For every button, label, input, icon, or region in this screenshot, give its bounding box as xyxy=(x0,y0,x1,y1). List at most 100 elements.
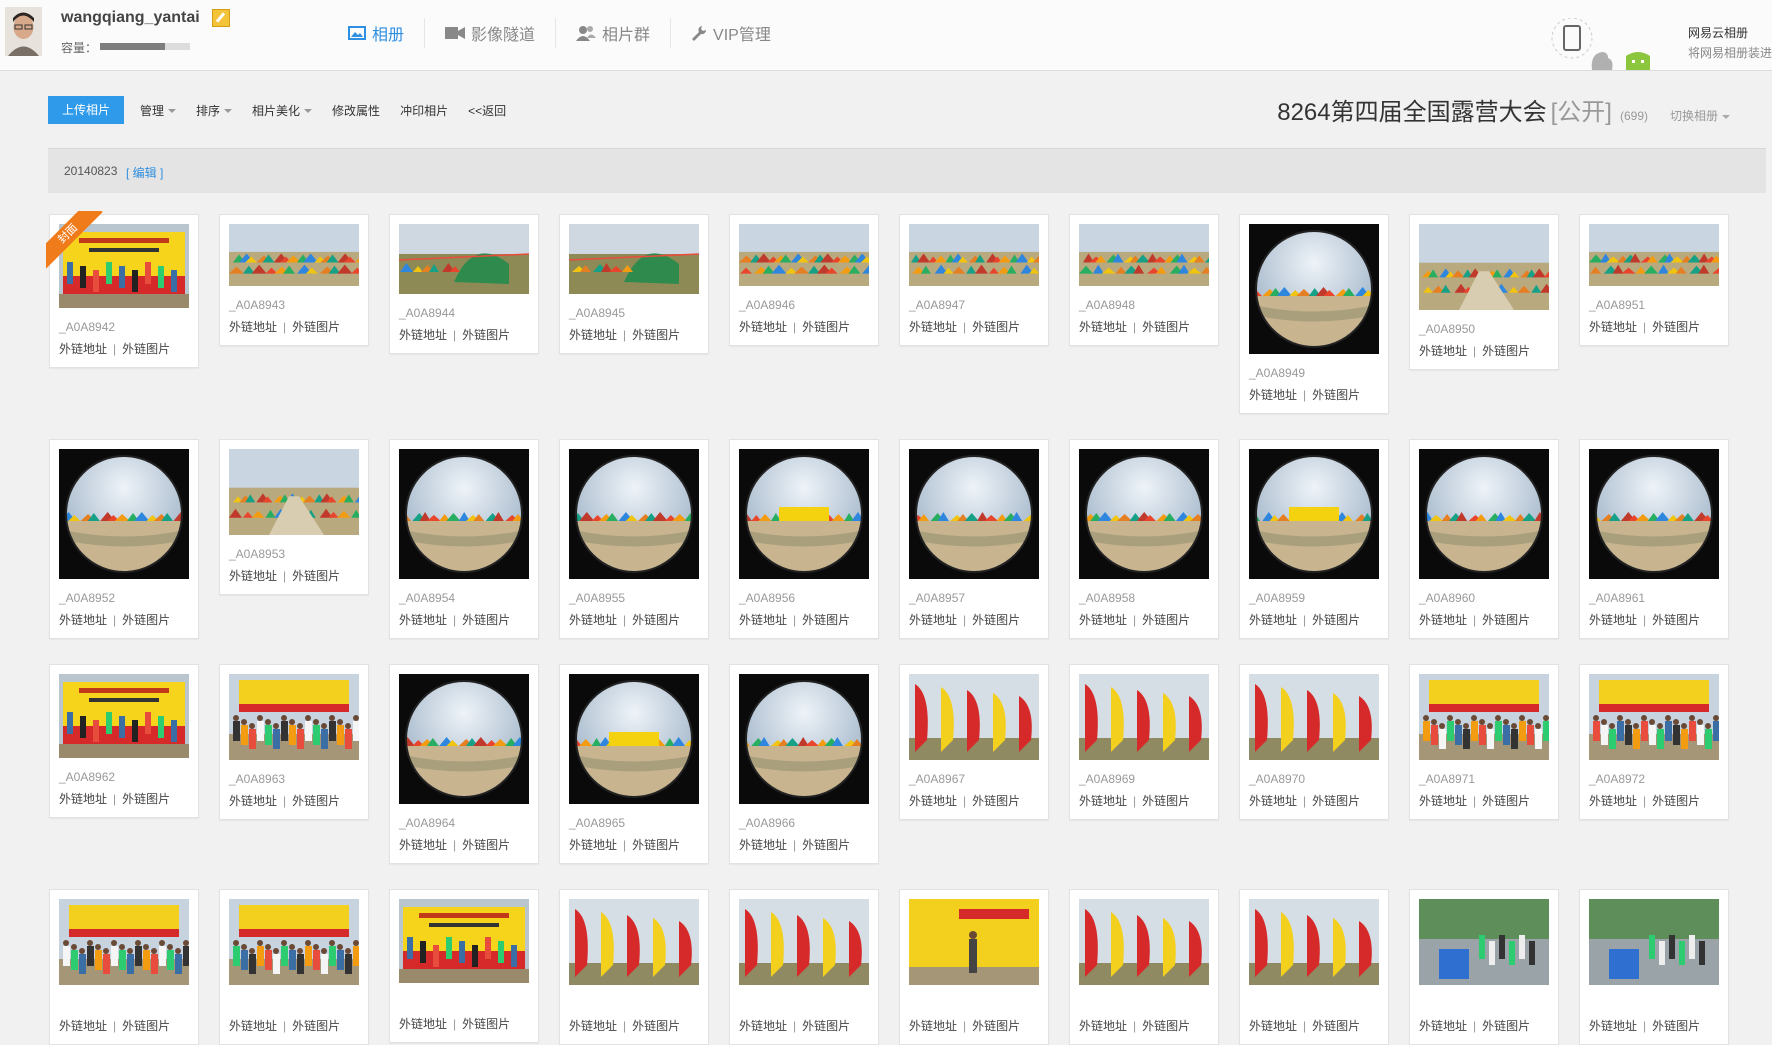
external-link-image[interactable]: 外链图片 xyxy=(1482,344,1530,358)
photo-card[interactable]: _A0A8944 外链地址 | 外链图片 xyxy=(389,214,539,354)
external-link-url[interactable]: 外链地址 xyxy=(569,838,617,852)
external-link-url[interactable]: 外链地址 xyxy=(399,1017,447,1031)
external-link-image[interactable]: 外链图片 xyxy=(462,328,510,342)
external-link-image[interactable]: 外链图片 xyxy=(292,320,340,334)
photo-filename[interactable]: _A0A8957 xyxy=(909,591,965,605)
external-link-image[interactable]: 外链图片 xyxy=(972,613,1020,627)
external-link-url[interactable]: 外链地址 xyxy=(739,613,787,627)
external-link-url[interactable]: 外链地址 xyxy=(229,794,277,808)
external-link-image[interactable]: 外链图片 xyxy=(1312,794,1360,808)
external-link-url[interactable]: 外链地址 xyxy=(1079,1019,1127,1033)
photo-filename[interactable]: _A0A8950 xyxy=(1419,322,1475,336)
photo-card[interactable]: _A0A8970 外链地址 | 外链图片 xyxy=(1239,664,1389,820)
photo-thumbnail[interactable] xyxy=(739,449,869,579)
external-link-url[interactable]: 外链地址 xyxy=(1419,794,1467,808)
external-link-image[interactable]: 外链图片 xyxy=(462,1017,510,1031)
photo-card[interactable]: _A0A8948 外链地址 | 外链图片 xyxy=(1069,214,1219,346)
external-link-image[interactable]: 外链图片 xyxy=(802,320,850,334)
photo-filename[interactable]: _A0A8954 xyxy=(399,591,455,605)
photo-card[interactable]: 外链地址 | 外链图片 xyxy=(389,889,539,1043)
photo-card[interactable]: _A0A8972 外链地址 | 外链图片 xyxy=(1579,664,1729,820)
external-link-url[interactable]: 外链地址 xyxy=(229,320,277,334)
external-link-url[interactable]: 外链地址 xyxy=(1249,794,1297,808)
external-link-image[interactable]: 外链图片 xyxy=(972,320,1020,334)
external-link-url[interactable]: 外链地址 xyxy=(1589,1019,1637,1033)
photo-thumbnail[interactable] xyxy=(1589,224,1719,286)
external-link-url[interactable]: 外链地址 xyxy=(1589,613,1637,627)
external-link-url[interactable]: 外链地址 xyxy=(1079,320,1127,334)
photo-card[interactable]: 外链地址 | 外链图片 xyxy=(1239,889,1389,1045)
external-link-url[interactable]: 外链地址 xyxy=(1589,794,1637,808)
photo-thumbnail[interactable] xyxy=(59,674,189,758)
photo-thumbnail[interactable] xyxy=(399,224,529,294)
photo-filename[interactable]: _A0A8952 xyxy=(59,591,115,605)
external-link-url[interactable]: 外链地址 xyxy=(1249,613,1297,627)
photo-card[interactable]: _A0A8966 外链地址 | 外链图片 xyxy=(729,664,879,864)
external-link-url[interactable]: 外链地址 xyxy=(1589,320,1637,334)
external-link-url[interactable]: 外链地址 xyxy=(1249,388,1297,402)
external-link-url[interactable]: 外链地址 xyxy=(229,569,277,583)
photo-card[interactable]: 外链地址 | 外链图片 xyxy=(559,889,709,1045)
photo-card[interactable]: 外链地址 | 外链图片 xyxy=(1409,889,1559,1045)
photo-card[interactable]: _A0A8953 外链地址 | 外链图片 xyxy=(219,439,369,595)
external-link-url[interactable]: 外链地址 xyxy=(1419,1019,1467,1033)
photo-thumbnail[interactable] xyxy=(1419,674,1549,760)
photo-filename[interactable]: _A0A8965 xyxy=(569,816,625,830)
photo-card[interactable]: _A0A8956 外链地址 | 外链图片 xyxy=(729,439,879,639)
external-link-url[interactable]: 外链地址 xyxy=(909,613,957,627)
photo-card[interactable]: 外链地址 | 外链图片 xyxy=(1579,889,1729,1045)
photo-filename[interactable]: _A0A8961 xyxy=(1589,591,1645,605)
photo-card[interactable]: _A0A8958 外链地址 | 外链图片 xyxy=(1069,439,1219,639)
photo-thumbnail[interactable] xyxy=(229,899,359,985)
photo-filename[interactable]: _A0A8970 xyxy=(1249,772,1305,786)
photo-card[interactable]: 外链地址 | 外链图片 xyxy=(899,889,1049,1045)
photo-card[interactable]: 外链地址 | 外链图片 xyxy=(729,889,879,1045)
photo-filename[interactable]: _A0A8959 xyxy=(1249,591,1305,605)
photo-filename[interactable]: _A0A8967 xyxy=(909,772,965,786)
external-link-image[interactable]: 外链图片 xyxy=(1482,794,1530,808)
photo-card[interactable]: 外链地址 | 外链图片 xyxy=(219,889,369,1045)
photo-thumbnail[interactable] xyxy=(909,899,1039,985)
photo-thumbnail[interactable] xyxy=(909,224,1039,286)
photo-thumbnail[interactable] xyxy=(399,449,529,579)
external-link-image[interactable]: 外链图片 xyxy=(1482,1019,1530,1033)
external-link-image[interactable]: 外链图片 xyxy=(972,794,1020,808)
photo-filename[interactable]: _A0A8966 xyxy=(739,816,795,830)
external-link-url[interactable]: 外链地址 xyxy=(1419,344,1467,358)
external-link-image[interactable]: 外链图片 xyxy=(1652,1019,1700,1033)
external-link-image[interactable]: 外链图片 xyxy=(1142,1019,1190,1033)
external-link-url[interactable]: 外链地址 xyxy=(1079,794,1127,808)
external-link-url[interactable]: 外链地址 xyxy=(59,792,107,806)
photo-thumbnail[interactable] xyxy=(739,899,869,985)
external-link-url[interactable]: 外链地址 xyxy=(909,794,957,808)
photo-thumbnail[interactable] xyxy=(399,674,529,804)
photo-card[interactable]: _A0A8965 外链地址 | 外链图片 xyxy=(559,664,709,864)
photo-card[interactable]: _A0A8969 外链地址 | 外链图片 xyxy=(1069,664,1219,820)
photo-card[interactable]: _A0A8967 外链地址 | 外链图片 xyxy=(899,664,1049,820)
external-link-url[interactable]: 外链地址 xyxy=(399,838,447,852)
photo-filename[interactable]: _A0A8960 xyxy=(1419,591,1475,605)
photo-filename[interactable]: _A0A8944 xyxy=(399,306,455,320)
photo-filename[interactable]: _A0A8964 xyxy=(399,816,455,830)
external-link-url[interactable]: 外链地址 xyxy=(739,1019,787,1033)
photo-card[interactable]: _A0A8960 外链地址 | 外链图片 xyxy=(1409,439,1559,639)
photo-filename[interactable]: _A0A8945 xyxy=(569,306,625,320)
external-link-url[interactable]: 外链地址 xyxy=(1079,613,1127,627)
photo-thumbnail[interactable] xyxy=(59,449,189,579)
external-link-image[interactable]: 外链图片 xyxy=(1142,320,1190,334)
photo-card[interactable]: _A0A8961 外链地址 | 外链图片 xyxy=(1579,439,1729,639)
external-link-image[interactable]: 外链图片 xyxy=(802,613,850,627)
external-link-image[interactable]: 外链图片 xyxy=(1652,613,1700,627)
external-link-url[interactable]: 外链地址 xyxy=(399,328,447,342)
photo-thumbnail[interactable] xyxy=(909,449,1039,579)
photo-thumbnail[interactable] xyxy=(1589,449,1719,579)
photo-filename[interactable]: _A0A8946 xyxy=(739,298,795,312)
photo-thumbnail[interactable] xyxy=(1589,899,1719,985)
photo-thumbnail[interactable] xyxy=(1079,674,1209,760)
external-link-url[interactable]: 外链地址 xyxy=(909,1019,957,1033)
external-link-image[interactable]: 外链图片 xyxy=(292,569,340,583)
photo-filename[interactable]: _A0A8942 xyxy=(59,320,115,334)
external-link-image[interactable]: 外链图片 xyxy=(632,838,680,852)
external-link-url[interactable]: 外链地址 xyxy=(1249,1019,1297,1033)
photo-filename[interactable]: _A0A8972 xyxy=(1589,772,1645,786)
